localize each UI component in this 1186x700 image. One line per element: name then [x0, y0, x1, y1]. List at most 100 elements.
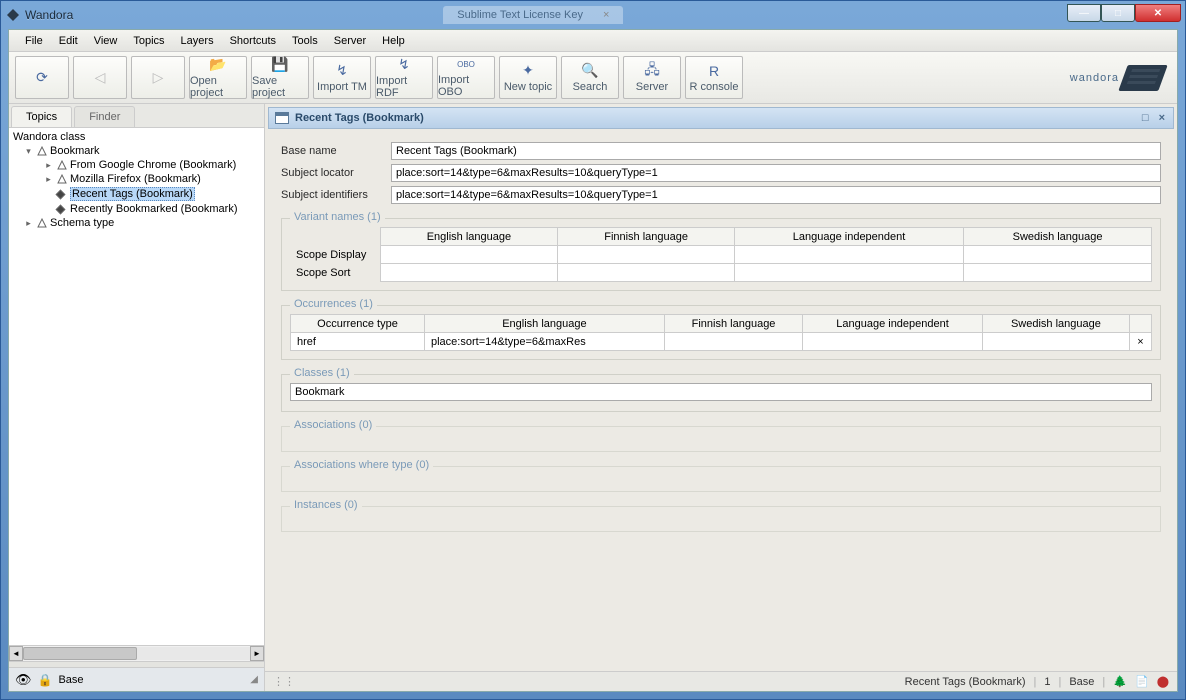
back-button[interactable]: ◁ — [73, 56, 127, 99]
menu-view[interactable]: View — [86, 32, 126, 50]
variant-grid[interactable]: English language Finnish language Langua… — [290, 227, 1152, 282]
back-icon: ◁ — [92, 70, 108, 86]
menu-shortcuts[interactable]: Shortcuts — [222, 32, 284, 50]
occ-en-cell[interactable]: place:sort=14&type=6&maxRes — [425, 333, 665, 351]
expand-icon[interactable]: ▸ — [23, 218, 34, 229]
resize-grip-icon[interactable]: ◢ — [250, 674, 258, 685]
search-icon: 🔍 — [582, 63, 598, 79]
col-finnish[interactable]: Finnish language — [664, 315, 802, 333]
scroll-right-icon[interactable]: ► — [250, 646, 264, 661]
tree-root[interactable]: Wandora class — [9, 130, 264, 144]
import-rdf-button[interactable]: ↯Import RDF — [375, 56, 433, 99]
cell[interactable] — [982, 333, 1129, 351]
menu-tools[interactable]: Tools — [284, 32, 326, 50]
save-project-button[interactable]: 💾Save project — [251, 56, 309, 99]
right-pane: Recent Tags (Bookmark) □ × Base name Sub… — [265, 104, 1177, 691]
import-tm-button[interactable]: ↯Import TM — [313, 56, 371, 99]
cell[interactable] — [558, 246, 735, 264]
variants-title: Variant names (1) — [290, 211, 385, 223]
menu-topics[interactable]: Topics — [125, 32, 172, 50]
tree-firefox[interactable]: ▸Mozilla Firefox (Bookmark) — [9, 172, 264, 186]
col-swedish[interactable]: Swedish language — [964, 228, 1152, 246]
eye-icon[interactable]: 👁 — [15, 672, 32, 688]
tree-schema[interactable]: ▸Schema type — [9, 216, 264, 230]
new-topic-button[interactable]: ✦New topic — [499, 56, 557, 99]
menu-layers[interactable]: Layers — [173, 32, 222, 50]
tree-chrome[interactable]: ▸From Google Chrome (Bookmark) — [9, 158, 264, 172]
expand-icon[interactable]: ▸ — [43, 174, 54, 185]
lock-icon[interactable]: 🔒 — [38, 673, 53, 687]
collapse-icon[interactable]: ▾ — [23, 146, 34, 157]
occ-remove-button[interactable]: × — [1130, 333, 1152, 351]
cell[interactable] — [734, 246, 963, 264]
base-name-input[interactable] — [391, 142, 1161, 160]
menu-server[interactable]: Server — [326, 32, 374, 50]
import-obo-button[interactable]: OBOImport OBO — [437, 56, 495, 99]
col-finnish[interactable]: Finnish language — [558, 228, 735, 246]
server-button[interactable]: 🖧Server — [623, 56, 681, 99]
menu-help[interactable]: Help — [374, 32, 413, 50]
new-topic-label: New topic — [504, 81, 552, 93]
menu-file[interactable]: File — [17, 32, 51, 50]
scroll-thumb[interactable] — [23, 647, 137, 660]
scroll-left-icon[interactable]: ◄ — [9, 646, 23, 661]
cell[interactable] — [964, 264, 1152, 282]
bg-tab-label: Sublime Text License Key — [457, 9, 583, 21]
search-button[interactable]: 🔍 Search — [561, 56, 619, 99]
minimize-button[interactable]: — — [1067, 4, 1101, 22]
background-tab: Sublime Text License Key × — [443, 6, 623, 24]
subject-identifiers-input[interactable] — [391, 186, 1161, 204]
occurrences-section: Occurrences (1) Occurrence type English … — [281, 305, 1161, 360]
tree-recent-tags[interactable]: Recent Tags (Bookmark) — [9, 186, 264, 202]
tree-scrollbar[interactable]: ◄ ► — [9, 645, 264, 661]
tab-topics[interactable]: Topics — [11, 106, 72, 127]
forward-button[interactable]: ▷ — [131, 56, 185, 99]
refresh-icon: ⟳ — [34, 70, 50, 86]
occurrences-grid[interactable]: Occurrence type English language Finnish… — [290, 314, 1152, 351]
col-lang-indep[interactable]: Language independent — [803, 315, 983, 333]
refresh-button[interactable]: ⟳ — [15, 56, 69, 99]
save-icon: 💾 — [272, 57, 288, 73]
tab-finder[interactable]: Finder — [74, 106, 135, 127]
status-tree-icon[interactable]: 🌲 — [1113, 675, 1127, 688]
occ-type-cell[interactable]: href — [291, 333, 425, 351]
status-doc-icon[interactable]: 📄 — [1135, 675, 1149, 688]
left-pane: Topics Finder Wandora class ▾Bookmark ▸F… — [9, 104, 265, 691]
col-occ-type[interactable]: Occurrence type — [291, 315, 425, 333]
class-value[interactable]: Bookmark — [290, 383, 1152, 401]
cell[interactable] — [380, 246, 558, 264]
search-label: Search — [573, 81, 608, 93]
col-english[interactable]: English language — [380, 228, 558, 246]
import-rdf-icon: ↯ — [396, 57, 412, 73]
col-english[interactable]: English language — [425, 315, 665, 333]
cell[interactable] — [664, 333, 802, 351]
panel-close-icon[interactable]: × — [1157, 112, 1167, 124]
layer-name[interactable]: Base — [58, 674, 244, 686]
tree-recently-bookmarked[interactable]: Recently Bookmarked (Bookmark) — [9, 202, 264, 216]
associations-title: Associations (0) — [290, 419, 376, 431]
expand-icon[interactable]: ▸ — [43, 160, 54, 171]
panel-maximize-icon[interactable]: □ — [1140, 112, 1151, 124]
cell[interactable] — [380, 264, 558, 282]
cell[interactable] — [558, 264, 735, 282]
import-tm-icon: ↯ — [334, 63, 350, 79]
status-rec-icon[interactable]: ⬤ — [1157, 675, 1169, 688]
col-lang-indep[interactable]: Language independent — [734, 228, 963, 246]
menubar: File Edit View Topics Layers Shortcuts T… — [9, 30, 1177, 52]
diamond-icon — [56, 189, 66, 199]
col-swedish[interactable]: Swedish language — [982, 315, 1129, 333]
open-project-button[interactable]: 📂Open project — [189, 56, 247, 99]
diamond-icon — [56, 204, 66, 214]
subject-locator-label: Subject locator — [281, 167, 391, 179]
maximize-button[interactable]: □ — [1101, 4, 1135, 22]
subject-locator-input[interactable] — [391, 164, 1161, 182]
menu-edit[interactable]: Edit — [51, 32, 86, 50]
r-console-button[interactable]: RR console — [685, 56, 743, 99]
cell[interactable] — [734, 264, 963, 282]
open-project-label: Open project — [190, 75, 246, 99]
cell[interactable] — [964, 246, 1152, 264]
topic-tree[interactable]: Wandora class ▾Bookmark ▸From Google Chr… — [9, 128, 264, 645]
close-button[interactable]: ✕ — [1135, 4, 1181, 22]
tree-bookmark[interactable]: ▾Bookmark — [9, 144, 264, 158]
cell[interactable] — [803, 333, 983, 351]
